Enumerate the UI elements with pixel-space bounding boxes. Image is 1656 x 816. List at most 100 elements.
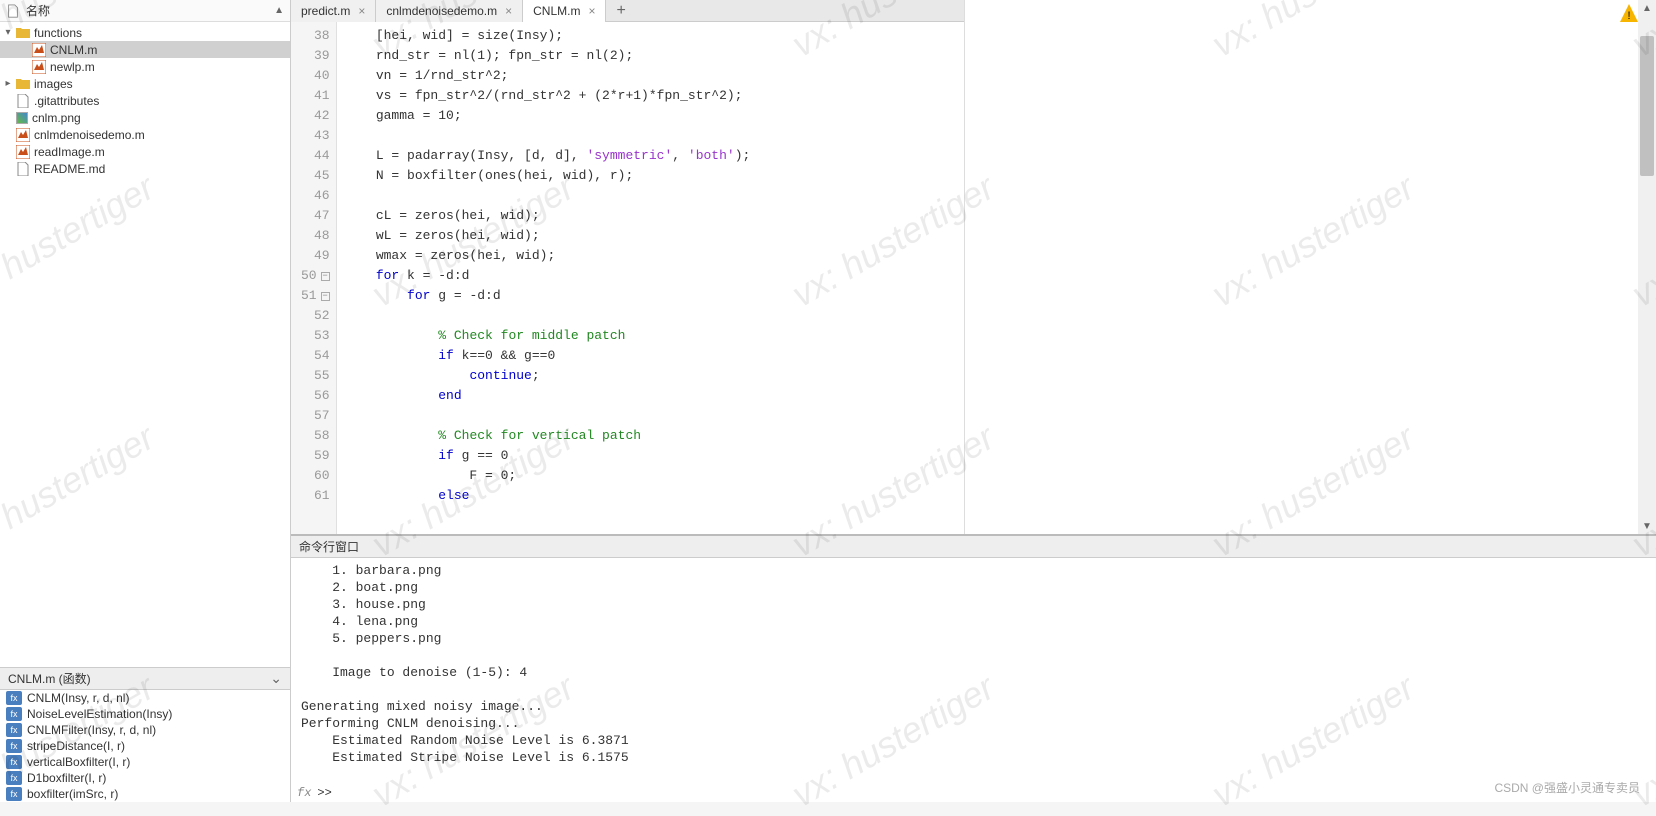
code-line[interactable]: wL = zeros(hei, wid); (345, 226, 964, 246)
line-number: 38 (314, 26, 330, 46)
code-line[interactable] (345, 186, 964, 206)
tree-item-newlp-m[interactable]: newlp.m (0, 58, 290, 75)
tree-item-images[interactable]: ▸images (0, 75, 290, 92)
code-line[interactable]: cL = zeros(hei, wid); (345, 206, 964, 226)
file-icon (6, 4, 20, 18)
tree-item-readimage-m[interactable]: readImage.m (0, 143, 290, 160)
command-window-header[interactable]: 命令行窗口 (291, 536, 1656, 558)
close-icon[interactable]: × (505, 4, 512, 18)
folder-icon (16, 26, 30, 40)
line-number: 55 (314, 366, 330, 386)
code-line[interactable]: else (345, 486, 964, 506)
warning-icon[interactable]: ! (1620, 4, 1638, 22)
code-line[interactable]: end (345, 386, 964, 406)
line-gutter: 38394041424344454647484950−51−5253545556… (291, 22, 337, 534)
scroll-up-button[interactable]: ▲ (1638, 0, 1656, 16)
tree-item-functions[interactable]: ▾functions (0, 24, 290, 41)
code-line[interactable]: for g = -d:d (345, 286, 964, 306)
code-line[interactable] (345, 406, 964, 426)
code-area[interactable]: 38394041424344454647484950−51−5253545556… (291, 22, 964, 534)
code-line[interactable]: vs = fpn_str^2/(rnd_str^2 + (2*r+1)*fpn_… (345, 86, 964, 106)
code-line[interactable]: % Check for middle patch (345, 326, 964, 346)
code-line[interactable]: F = 0; (345, 466, 964, 486)
line-number: 47 (314, 206, 330, 226)
vertical-scrollbar[interactable]: ▲ ▼ (1638, 0, 1656, 534)
code-line[interactable]: vn = 1/rnd_str^2; (345, 66, 964, 86)
line-number: 44 (314, 146, 330, 166)
expand-icon[interactable] (18, 61, 30, 73)
matlab-icon (32, 60, 46, 74)
code-line[interactable] (345, 126, 964, 146)
expand-icon[interactable]: ▾ (2, 27, 14, 39)
fold-icon[interactable]: − (321, 292, 330, 301)
code-line[interactable] (345, 306, 964, 326)
code-line[interactable]: wmax = zeros(hei, wid); (345, 246, 964, 266)
tree-item-cnlm-m[interactable]: CNLM.m (0, 41, 290, 58)
fx-icon: fx (6, 739, 22, 753)
scroll-track[interactable] (1638, 16, 1656, 518)
expand-icon[interactable] (2, 95, 14, 107)
code-line[interactable]: for k = -d:d (345, 266, 964, 286)
function-item[interactable]: fxstripeDistance(I, r) (0, 738, 290, 754)
editor-tabs: predict.m×cnlmdenoisedemo.m×CNLM.m×+ (291, 0, 964, 22)
line-number: 48 (314, 226, 330, 246)
function-item[interactable]: fxNoiseLevelEstimation(Insy) (0, 706, 290, 722)
chevron-down-icon: ⌄ (270, 670, 282, 687)
scroll-thumb[interactable] (1640, 36, 1654, 176)
line-number: 46 (314, 186, 330, 206)
function-item[interactable]: fxCNLM(Insy, r, d, nl) (0, 690, 290, 706)
line-number: 45 (314, 166, 330, 186)
expand-icon[interactable] (2, 163, 14, 175)
code-line[interactable]: if k==0 && g==0 (345, 346, 964, 366)
function-label: CNLM(Insy, r, d, nl) (27, 691, 129, 705)
tab-cnlm-m[interactable]: CNLM.m× (523, 0, 606, 22)
expand-icon[interactable] (18, 44, 30, 56)
function-item[interactable]: fxD1boxfilter(I, r) (0, 770, 290, 786)
close-icon[interactable]: × (358, 4, 365, 18)
line-number: 61 (314, 486, 330, 506)
line-number: 60 (314, 466, 330, 486)
matlab-icon (16, 128, 30, 142)
expand-icon[interactable] (2, 146, 14, 158)
function-item[interactable]: fxverticalBoxfilter(I, r) (0, 754, 290, 770)
code-content[interactable]: [hei, wid] = size(Insy); rnd_str = nl(1)… (337, 22, 964, 534)
tree-item-readme-md[interactable]: README.md (0, 160, 290, 177)
tree-item-label: readImage.m (34, 145, 105, 159)
fold-icon[interactable]: − (321, 272, 330, 281)
function-item[interactable]: fxCNLMFilter(Insy, r, d, nl) (0, 722, 290, 738)
code-line[interactable]: [hei, wid] = size(Insy); (345, 26, 964, 46)
function-panel-header[interactable]: CNLM.m (函数) ⌄ (0, 667, 290, 690)
tree-item--gitattributes[interactable]: .gitattributes (0, 92, 290, 109)
add-tab-button[interactable]: + (606, 2, 635, 20)
code-line[interactable]: % Check for vertical patch (345, 426, 964, 446)
tab-predict-m[interactable]: predict.m× (291, 0, 376, 22)
tab-cnlmdenoisedemo-m[interactable]: cnlmdenoisedemo.m× (376, 0, 523, 22)
file-browser-header[interactable]: 名称 ▲ (0, 0, 290, 22)
scroll-down-button[interactable]: ▼ (1638, 518, 1656, 534)
tree-item-label: CNLM.m (50, 43, 97, 57)
code-line[interactable]: N = boxfilter(ones(hei, wid), r); (345, 166, 964, 186)
matlab-icon (16, 145, 30, 159)
line-number: 59 (314, 446, 330, 466)
tree-item-cnlmdenoisedemo-m[interactable]: cnlmdenoisedemo.m (0, 126, 290, 143)
command-prompt[interactable]: fx >> (291, 784, 1656, 802)
code-line[interactable]: rnd_str = nl(1); fpn_str = nl(2); (345, 46, 964, 66)
function-list[interactable]: fxCNLM(Insy, r, d, nl)fxNoiseLevelEstima… (0, 690, 290, 802)
code-line[interactable]: continue; (345, 366, 964, 386)
tree-item-label: cnlmdenoisedemo.m (34, 128, 145, 142)
code-line[interactable]: L = padarray(Insy, [d, d], 'symmetric', … (345, 146, 964, 166)
code-line[interactable]: gamma = 10; (345, 106, 964, 126)
expand-icon[interactable] (2, 112, 14, 124)
line-number: 51 (301, 286, 317, 306)
close-icon[interactable]: × (588, 4, 595, 18)
file-browser-header-label: 名称 (26, 2, 50, 19)
file-tree[interactable]: ▾functions CNLM.mnewlp.m▸images.gitattrib… (0, 22, 290, 347)
expand-icon[interactable]: ▸ (2, 78, 14, 90)
expand-icon[interactable] (2, 129, 14, 141)
sort-asc-icon[interactable]: ▲ (274, 5, 284, 16)
command-window-output[interactable]: 1. barbara.png 2. boat.png 3. house.png … (291, 558, 1656, 784)
editor-secondary-pane: ! (965, 0, 1638, 534)
function-item[interactable]: fxboxfilter(imSrc, r) (0, 786, 290, 802)
code-line[interactable]: if g == 0 (345, 446, 964, 466)
tree-item-cnlm-png[interactable]: cnlm.png (0, 109, 290, 126)
